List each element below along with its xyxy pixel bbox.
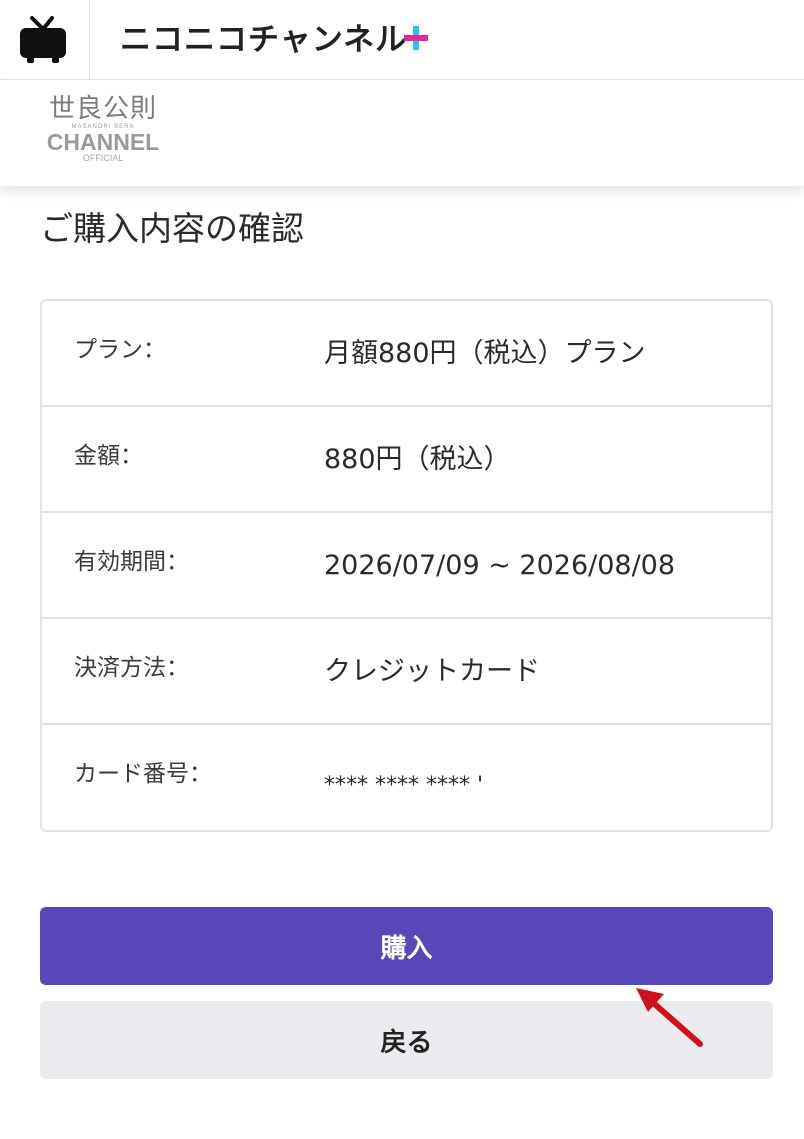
- purchase-summary-table: プラン： 月額880円（税込）プラン 金額： 880円（税込） 有効期間： 20…: [40, 299, 773, 832]
- amount-value: 880円（税込）: [324, 444, 511, 475]
- summary-row-period: 有効期間： 2026/07/09 ~ 2026/08/08: [42, 513, 771, 619]
- plan-value: 月額880円（税込）プラン: [324, 338, 646, 369]
- plus-logo-icon: [404, 26, 428, 50]
- top-navigation-bar: ニコニコチャンネル: [0, 0, 804, 80]
- summary-row-amount: 金額： 880円（税込）: [42, 407, 771, 513]
- amount-label: 金額：: [74, 443, 143, 469]
- channel-logo[interactable]: 世良公則 MASANORI SERA CHANNEL OFFICIAL: [38, 94, 168, 163]
- logo-channel-word: CHANNEL: [46, 129, 160, 155]
- period-label: 有効期間：: [74, 549, 189, 575]
- summary-row-card-number: カード番号： **** **** **** ': [42, 725, 771, 831]
- brand-logo[interactable]: ニコニコチャンネル: [120, 20, 407, 60]
- page-title: ご購入内容の確認: [40, 209, 304, 248]
- logo-kanji: 世良公則: [48, 94, 157, 124]
- summary-row-plan: プラン： 月額880円（税込）プラン: [42, 301, 771, 407]
- purchase-button[interactable]: 購入: [40, 907, 773, 985]
- period-value: 2026/07/09 ~ 2026/08/08: [324, 550, 676, 581]
- plan-label: プラン：: [74, 337, 166, 363]
- niconico-tv-icon: [20, 16, 66, 63]
- red-arrow-icon: [636, 988, 703, 1047]
- payment-method-value: クレジットカード: [324, 656, 540, 687]
- summary-row-payment-method: 決済方法： クレジットカード: [42, 619, 771, 725]
- payment-method-label: 決済方法：: [74, 655, 189, 681]
- card-number-value: **** **** **** ': [324, 773, 484, 798]
- card-number-label: カード番号：: [74, 761, 212, 787]
- home-button[interactable]: [0, 0, 90, 80]
- channel-header: 世良公則 MASANORI SERA CHANNEL OFFICIAL: [0, 80, 804, 186]
